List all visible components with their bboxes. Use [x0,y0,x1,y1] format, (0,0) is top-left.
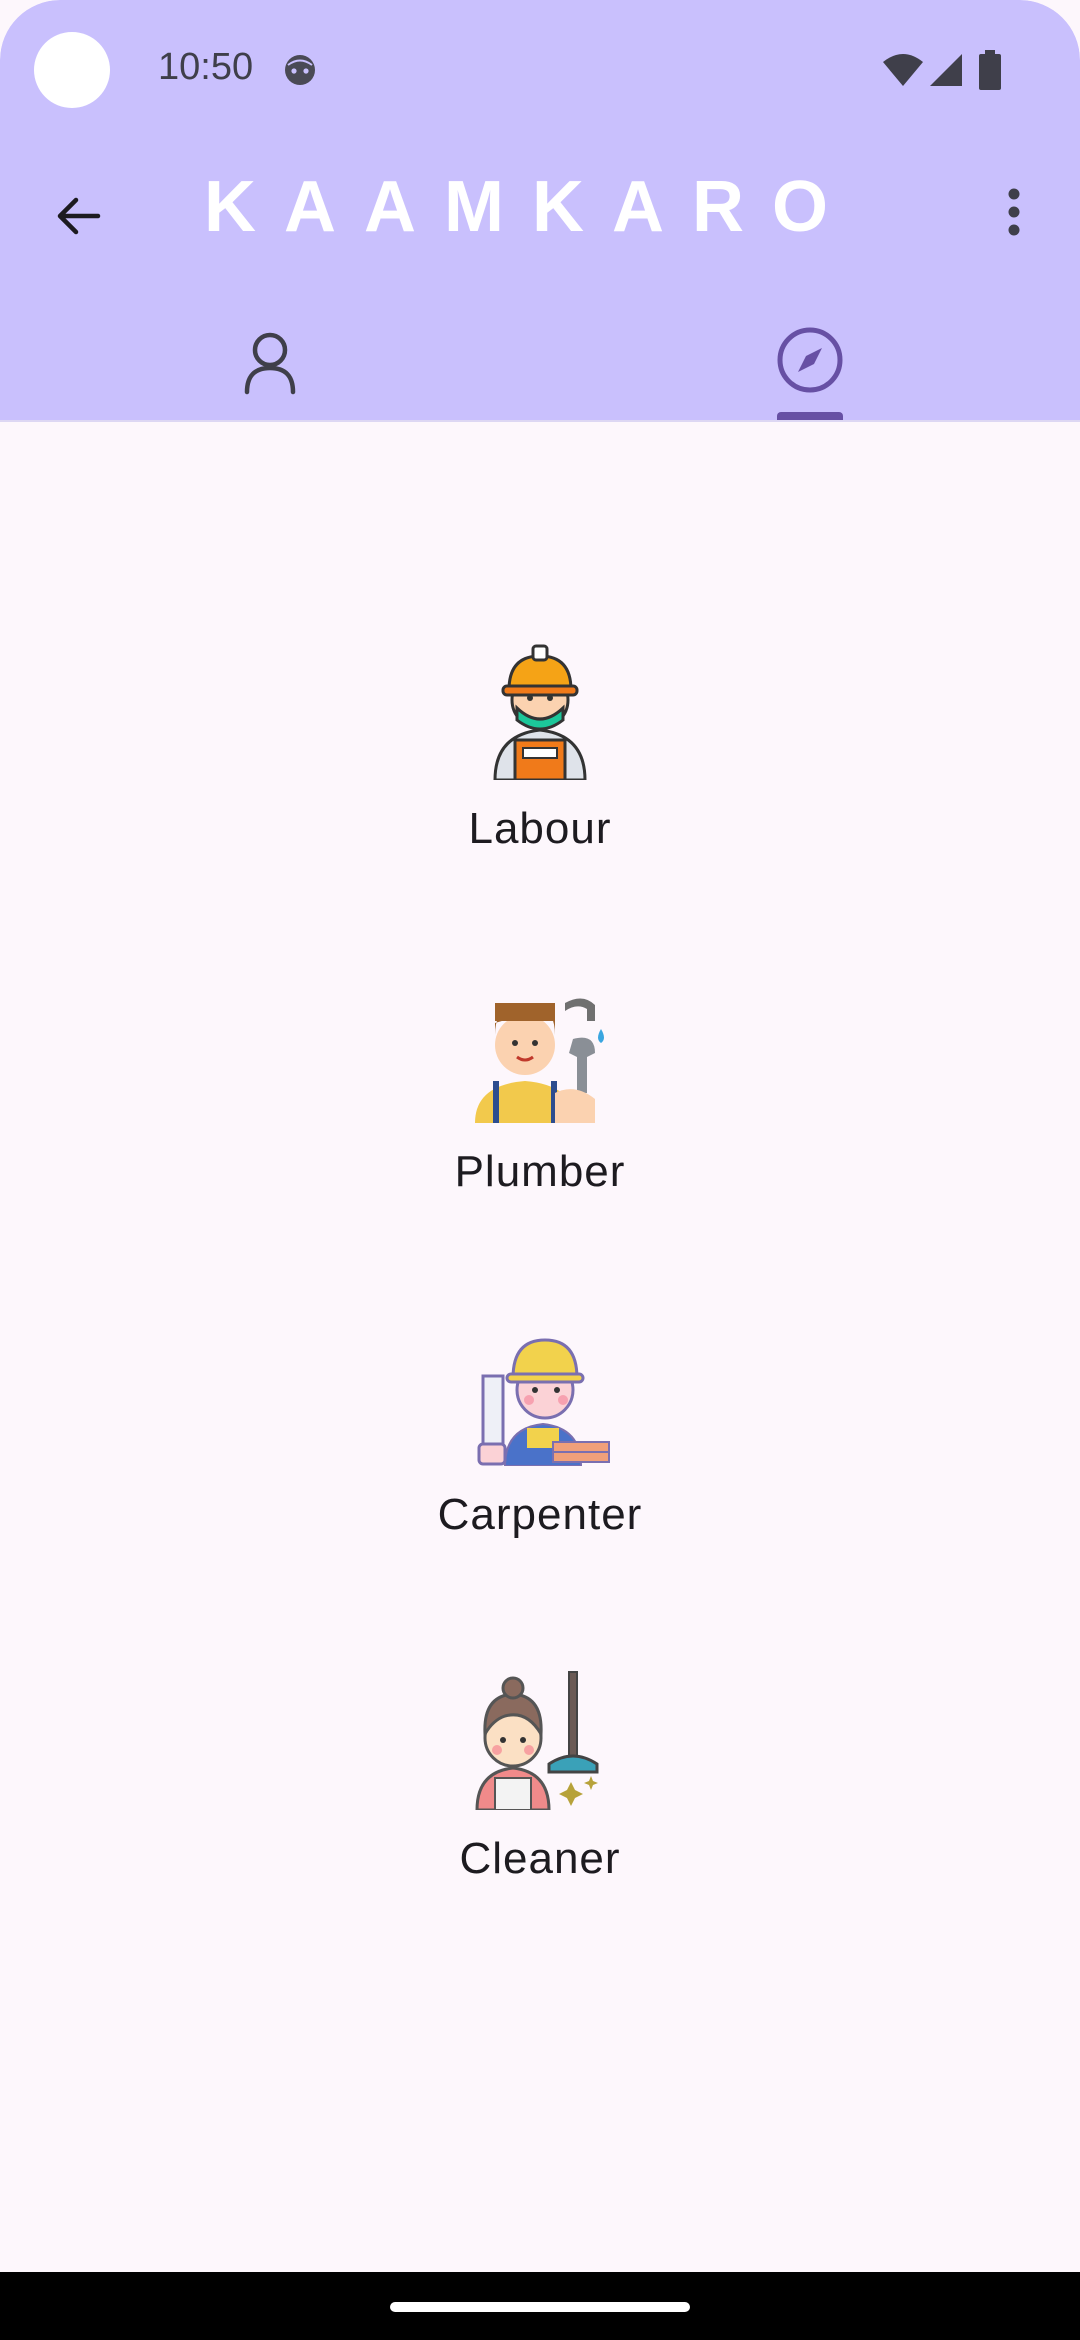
more-vert-icon [1008,188,1020,236]
signal-icon [930,54,962,86]
service-label: Plumber [454,1147,626,1196]
service-label: Cleaner [459,1834,621,1883]
service-label: Carpenter [437,1490,643,1539]
service-carpenter[interactable]: Carpenter [0,1316,1080,1540]
service-label: Labour [468,804,612,853]
tab-profile[interactable] [0,300,540,420]
status-time: 10:50 [158,46,254,88]
service-labour[interactable]: Labour [0,630,1080,854]
service-cleaner[interactable]: Cleaner [0,1660,1080,1884]
overflow-menu-button[interactable] [976,172,1052,252]
status-bar: 10:50 [0,0,1080,140]
front-camera [34,32,110,108]
labour-worker-icon [493,644,587,780]
tab-explore[interactable] [540,300,1080,420]
service-plumber[interactable]: Plumber [0,973,1080,1197]
system-navigation-bar [0,2272,1080,2340]
plumber-icon [475,998,604,1123]
app-screen: 10:50 KAAMKARO Labour Plumber Carpenter … [0,0,1080,2340]
wifi-icon [883,54,923,86]
notification-face-icon [285,55,315,85]
top-app-bar: 10:50 KAAMKARO [0,0,1080,422]
home-gesture-handle[interactable] [390,2302,690,2312]
battery-icon [979,50,1001,90]
person-icon [244,332,296,395]
back-button[interactable] [38,176,118,256]
explore-compass-icon [777,327,843,393]
arrow-back-icon [57,197,101,235]
app-title: KAAMKARO [204,167,856,247]
carpenter-icon [477,1338,610,1466]
tab-indicator [777,412,843,420]
cleaner-icon [475,1671,599,1810]
